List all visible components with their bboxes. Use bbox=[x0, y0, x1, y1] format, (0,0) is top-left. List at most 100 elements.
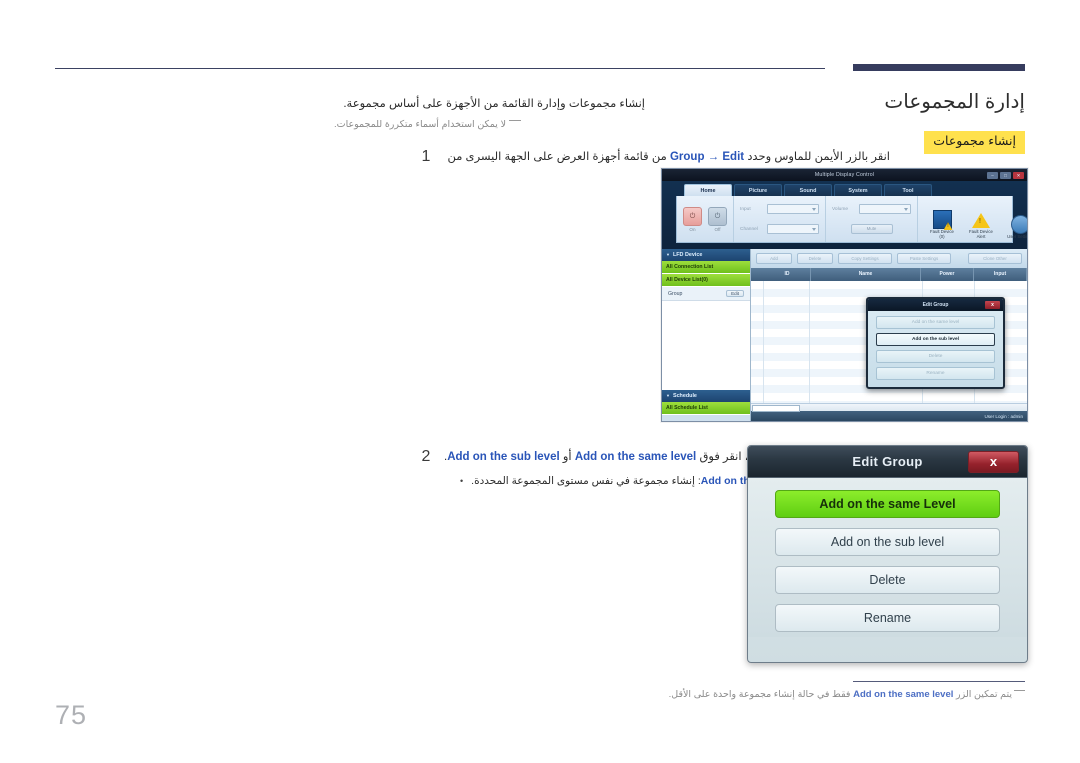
bottom-note-en-label: Add on the same level bbox=[853, 689, 954, 700]
dialog-close-icon[interactable]: x bbox=[968, 451, 1019, 473]
power-on-button[interactable]: ⏻ On bbox=[683, 206, 702, 232]
paste-settings-button[interactable]: Paste Settings bbox=[897, 253, 951, 264]
fault-device-alert-button[interactable]: Fault Device Alert bbox=[964, 212, 998, 240]
inline-add-sub-level-button[interactable]: Add on the sub level bbox=[876, 333, 995, 346]
app-content-area: Add Delete Copy Settings Paste Settings … bbox=[751, 249, 1027, 421]
delete-group-button[interactable]: Delete bbox=[775, 566, 1000, 594]
col-power[interactable]: Power bbox=[921, 268, 974, 281]
add-on-sub-level-button[interactable]: Add on the sub level bbox=[775, 528, 1000, 556]
volume-group: Volume Mute bbox=[826, 196, 918, 242]
bottom-note: يتم تمكين الزر Add on the same level فقط… bbox=[505, 688, 1025, 702]
intro-paragraph: إنشاء مجموعات وإدارة القائمة من الأجهزة … bbox=[343, 98, 645, 110]
close-icon[interactable]: ✕ bbox=[1013, 171, 1024, 179]
step-2-text-c: أو bbox=[562, 451, 572, 463]
step-1-edit-label: Edit bbox=[722, 151, 745, 163]
fault-device-button[interactable]: Fault Device (0) bbox=[925, 210, 959, 240]
app-ribbon: Home Picture Sound System Tool ⏻ On ⏻ Of… bbox=[662, 181, 1027, 249]
input-select[interactable] bbox=[767, 204, 819, 214]
page-title: إدارة المجموعات bbox=[884, 91, 1025, 113]
clone-other-button[interactable]: Clone Other bbox=[968, 253, 1022, 264]
step-1-text-a: انقر بالزر الأيمن للماوس وحدد bbox=[747, 151, 890, 163]
tab-system[interactable]: System bbox=[834, 184, 882, 196]
header-accent-bar bbox=[853, 64, 1025, 71]
sidebar-tree-area bbox=[662, 300, 750, 390]
horizontal-scrollbar[interactable] bbox=[751, 403, 1027, 412]
add-button[interactable]: Add bbox=[756, 253, 792, 264]
rename-group-button[interactable]: Rename bbox=[775, 604, 1000, 632]
inline-rename-button[interactable]: Rename bbox=[876, 367, 995, 380]
mute-row: Mute bbox=[850, 224, 893, 234]
bottom-note-text-b: فقط في حالة إنشاء مجموعة واحدة على الأقل… bbox=[668, 689, 851, 700]
channel-row: Channel bbox=[740, 224, 819, 234]
step-1-group-label: Group bbox=[669, 151, 705, 163]
page-number: 75 bbox=[55, 700, 88, 730]
bullet-icon: • bbox=[460, 476, 464, 486]
sidebar-section-schedule[interactable]: Schedule bbox=[662, 390, 750, 402]
copy-settings-button[interactable]: Copy Settings bbox=[838, 253, 892, 264]
app-title-bar: Multiple Display Control – □ ✕ bbox=[662, 169, 1027, 181]
app-sidebar: LFD Device All Connection List All Devic… bbox=[662, 249, 751, 421]
power-off-button[interactable]: ⏻ Off bbox=[708, 206, 727, 232]
top-note: لا يمكن استخدام أسماء متكررة للمجموعات. bbox=[210, 118, 645, 132]
add-on-same-level-button[interactable]: Add on the same Level bbox=[775, 490, 1000, 518]
window-controls: – □ ✕ bbox=[987, 171, 1024, 179]
col-name[interactable]: Name bbox=[811, 268, 921, 281]
user-settings-label: User Settings bbox=[1007, 234, 1027, 240]
tab-home[interactable]: Home bbox=[684, 184, 732, 196]
col-input[interactable]: Input bbox=[974, 268, 1027, 281]
channel-label: Channel bbox=[740, 226, 758, 232]
channel-stepper[interactable] bbox=[767, 224, 819, 234]
input-channel-group: Input Channel bbox=[734, 196, 826, 242]
header-rule bbox=[55, 68, 825, 69]
inline-dialog-title-bar: Edit Group x bbox=[868, 299, 1003, 311]
inline-dialog-title: Edit Group bbox=[922, 302, 949, 308]
dialog-body: Add on the same Level Add on the sub lev… bbox=[748, 478, 1027, 637]
sidebar-edit-button[interactable]: Edit bbox=[726, 290, 744, 297]
power-off-icon: ⏻ bbox=[708, 206, 727, 226]
step-2-number: 2 bbox=[421, 448, 431, 465]
step-1-number: 1 bbox=[421, 148, 431, 165]
power-off-label: Off bbox=[714, 226, 721, 232]
manual-page: إدارة المجموعات إنشاء مجموعات إنشاء مجمو… bbox=[0, 0, 1080, 763]
app-main-area: LFD Device All Connection List All Devic… bbox=[662, 249, 1027, 421]
sidebar-item-all-connection-list[interactable]: All Connection List bbox=[662, 261, 750, 274]
app-status-bar: User Login : admin bbox=[751, 411, 1027, 421]
inline-dialog-close-icon[interactable]: x bbox=[985, 301, 1000, 309]
ribbon-icon-group: Fault Device (0) Fault Device Alert User… bbox=[918, 196, 1027, 242]
device-table-body: Edit Group x Add on the same level Add o… bbox=[751, 281, 1027, 403]
dialog-title-bar: Edit Group x bbox=[748, 446, 1027, 478]
sidebar-item-all-schedule-list[interactable]: All Schedule List bbox=[662, 402, 750, 415]
user-icon bbox=[1010, 215, 1027, 235]
warning-triangle-icon bbox=[972, 213, 990, 229]
volume-select[interactable] bbox=[859, 204, 911, 214]
bottom-rule bbox=[853, 681, 1025, 682]
power-on-label: On bbox=[689, 226, 696, 232]
inline-add-same-level-button[interactable]: Add on the same level bbox=[876, 316, 995, 329]
user-settings-button[interactable]: User Settings bbox=[1003, 215, 1027, 240]
power-group: ⏻ On ⏻ Off bbox=[677, 196, 734, 242]
ribbon-body: ⏻ On ⏻ Off Input Channel Volume Mute ! F… bbox=[676, 196, 1027, 243]
app-screenshot: Multiple Display Control – □ ✕ Home Pict… bbox=[661, 168, 1028, 422]
tab-tool[interactable]: Tool bbox=[884, 184, 932, 196]
delete-button[interactable]: Delete bbox=[797, 253, 833, 264]
app-tab-strip: Home Picture Sound System Tool bbox=[662, 181, 1027, 196]
input-row: Input bbox=[740, 204, 819, 214]
edit-group-dialog: Edit Group x Add on the same Level Add o… bbox=[747, 445, 1028, 663]
tab-picture[interactable]: Picture bbox=[734, 184, 782, 196]
maximize-icon[interactable]: □ bbox=[1000, 171, 1011, 179]
inline-delete-button[interactable]: Delete bbox=[876, 350, 995, 363]
step-2-sub-level-label: Add on the sub level bbox=[447, 451, 560, 463]
sidebar-item-all-device-list[interactable]: All Device List(0) bbox=[662, 274, 750, 287]
power-on-icon: ⏻ bbox=[683, 206, 702, 226]
note-dash-icon bbox=[509, 119, 521, 121]
minimize-icon[interactable]: – bbox=[987, 171, 998, 179]
bottom-note-text-a: يتم تمكين الزر bbox=[956, 689, 1012, 700]
sidebar-item-group[interactable]: Group Edit bbox=[662, 287, 750, 300]
col-id[interactable]: ID bbox=[764, 268, 811, 281]
sidebar-section-lfd-device[interactable]: LFD Device bbox=[662, 249, 750, 261]
mute-button[interactable]: Mute bbox=[850, 224, 893, 234]
section-badge: إنشاء مجموعات bbox=[924, 131, 1025, 154]
status-user-login: User Login : admin bbox=[984, 413, 1023, 419]
inline-dialog-body: Add on the same level Add on the sub lev… bbox=[868, 311, 1003, 385]
tab-sound[interactable]: Sound bbox=[784, 184, 832, 196]
